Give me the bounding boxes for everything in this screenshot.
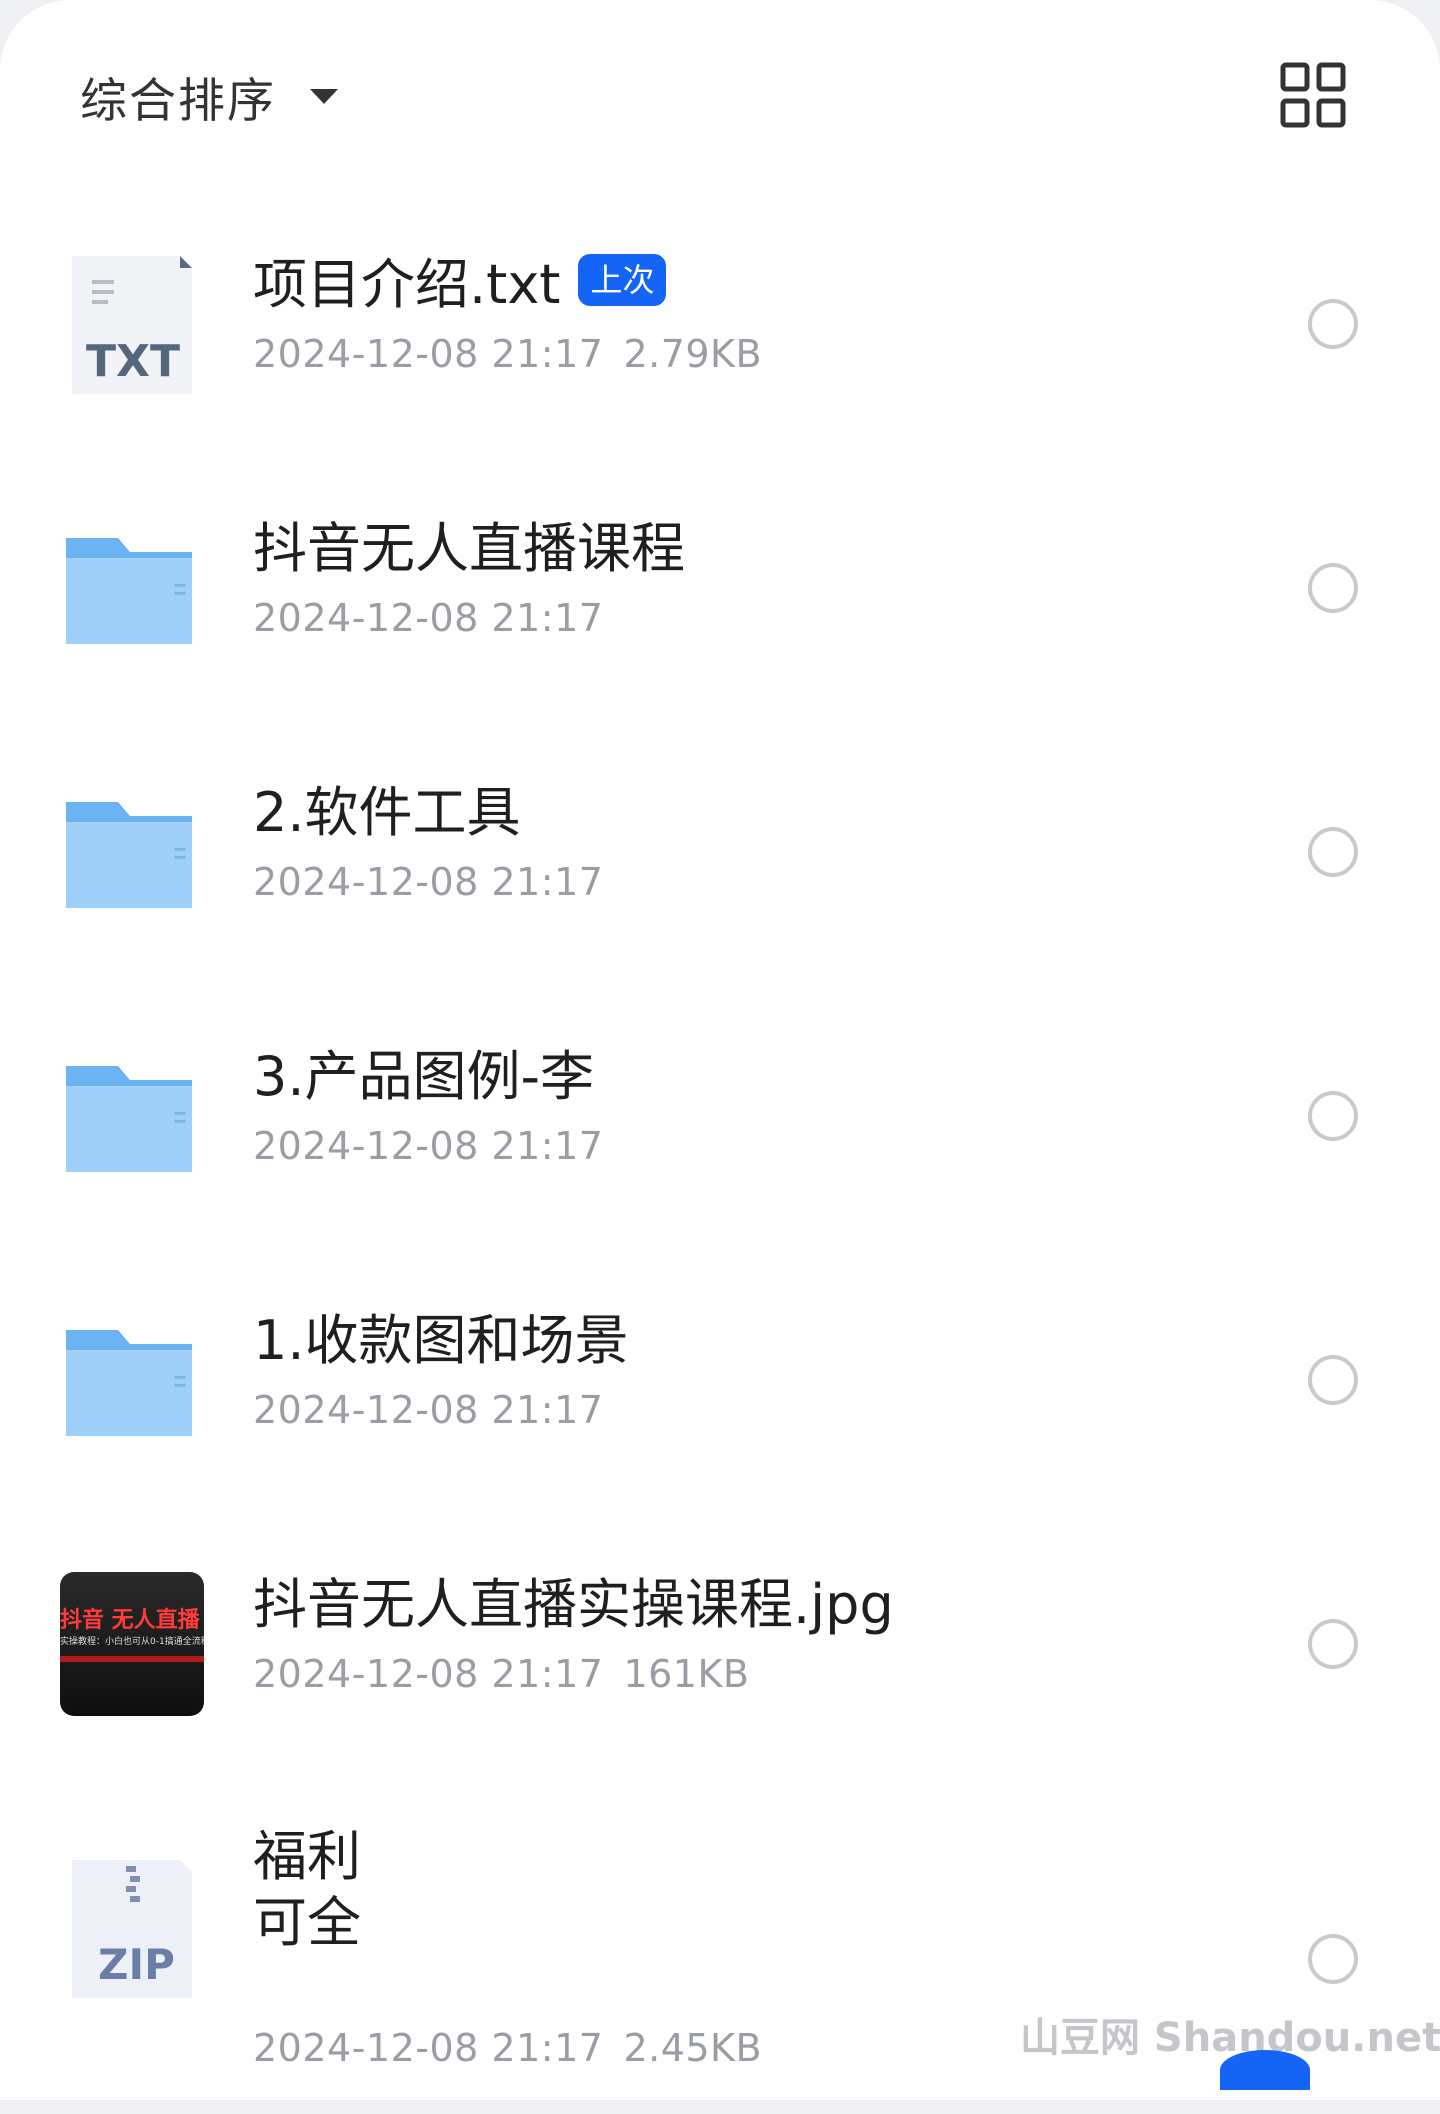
folder-icon — [58, 1306, 208, 1456]
file-date: 2024-12-08 21:17 — [253, 1652, 604, 1696]
file-date: 2024-12-08 21:17 — [253, 2026, 604, 2070]
folder-date: 2024-12-08 21:17 — [253, 1124, 604, 1168]
last-opened-badge: 上次 — [578, 253, 667, 306]
toolbar: 综合排序 — [0, 0, 1440, 190]
thumbnail-subtitle: 实操教程：小白也可从0-1搞通全流程 — [60, 1637, 204, 1647]
folder-row[interactable]: 3.产品图例-李 2024-12-08 21:17 — [0, 1002, 1440, 1266]
select-radio[interactable] — [1308, 299, 1358, 349]
select-radio[interactable] — [1308, 1355, 1358, 1405]
file-row[interactable]: TXT 项目介绍.txt 上次 2024-12-08 21:17 2.79KB — [0, 210, 1440, 474]
caret-down-icon — [310, 89, 338, 104]
folder-row[interactable]: 1.收款图和场景 2024-12-08 21:17 — [0, 1266, 1440, 1530]
thumbnail-title: 抖音 无人直播 — [60, 1608, 200, 1633]
folder-date: 2024-12-08 21:17 — [253, 1388, 604, 1432]
watermark: 山豆网 Shandou.net — [1020, 2015, 1440, 2061]
sort-label: 综合排序 — [80, 74, 276, 129]
folder-date: 2024-12-08 21:17 — [253, 860, 604, 904]
folder-row[interactable]: 抖音无人直播课程 2024-12-08 21:17 — [0, 474, 1440, 738]
file-name: 福利 — [253, 1825, 361, 1888]
file-name: 抖音无人直播实操课程.jpg — [253, 1573, 894, 1636]
folder-date: 2024-12-08 21:17 — [253, 596, 604, 640]
txt-type-label: TXT — [86, 336, 180, 387]
folder-icon — [58, 514, 208, 664]
folder-row[interactable]: 2.软件工具 2024-12-08 21:17 — [0, 738, 1440, 1002]
folder-name: 1.收款图和场景 — [253, 1309, 629, 1372]
zip-file-icon: ZIP — [58, 1854, 208, 2004]
txt-file-icon: TXT — [58, 250, 208, 400]
file-size: 2.45KB — [623, 2026, 763, 2070]
folder-name: 2.软件工具 — [253, 781, 521, 844]
image-thumbnail: 抖音 无人直播 实操教程：小白也可从0-1搞通全流程 — [58, 1570, 208, 1720]
folder-icon — [58, 1042, 208, 1192]
select-radio[interactable] — [1308, 827, 1358, 877]
select-radio[interactable] — [1308, 1091, 1358, 1141]
grid-view-icon[interactable] — [1280, 62, 1346, 128]
file-name-line2: 可全 — [253, 1891, 361, 1954]
file-size: 2.79KB — [623, 332, 763, 376]
file-list: TXT 项目介绍.txt 上次 2024-12-08 21:17 2.79KB 抖… — [0, 210, 1440, 2114]
folder-name: 3.产品图例-李 — [253, 1045, 595, 1108]
folder-icon — [58, 778, 208, 928]
select-radio[interactable] — [1308, 1619, 1358, 1669]
file-date: 2024-12-08 21:17 — [253, 332, 604, 376]
file-name: 项目介绍.txt — [253, 253, 561, 316]
select-radio[interactable] — [1308, 563, 1358, 613]
file-row[interactable]: 抖音 无人直播 实操教程：小白也可从0-1搞通全流程 抖音无人直播实操课程.jp… — [0, 1530, 1440, 1794]
floating-action-button[interactable] — [1220, 2050, 1310, 2090]
file-size: 161KB — [623, 1652, 750, 1696]
sort-dropdown[interactable]: 综合排序 — [80, 62, 338, 131]
folder-name: 抖音无人直播课程 — [253, 517, 685, 580]
select-radio[interactable] — [1308, 1934, 1358, 1984]
zip-type-label: ZIP — [98, 1940, 175, 1989]
